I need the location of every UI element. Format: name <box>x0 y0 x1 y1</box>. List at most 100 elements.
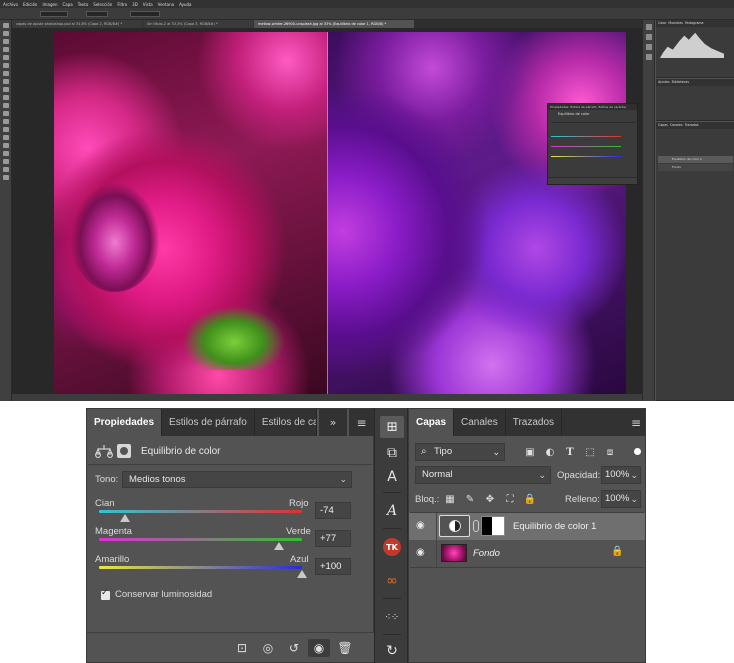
menu-item[interactable]: Archivo <box>3 2 18 7</box>
doc-tab[interactable]: capas de ajuste photoshop.psd al 34,8% (… <box>12 20 142 28</box>
layer-row-color-balance[interactable]: ◉ Equilibrio de color 1 <box>409 513 645 540</box>
dock-tab[interactable]: Histograma <box>685 21 704 25</box>
shape-filter-icon[interactable]: ⬚ <box>583 445 597 459</box>
tab-paths[interactable]: Trazados <box>506 409 563 436</box>
cyan-red-thumb[interactable] <box>120 514 131 522</box>
history-brush-icon[interactable] <box>2 95 9 100</box>
menu-item[interactable]: 3D <box>132 2 138 7</box>
magenta-green-value[interactable]: +77 <box>315 530 351 547</box>
move-tool-icon[interactable] <box>2 23 9 28</box>
lock-artboard-icon[interactable]: ⛶ <box>503 492 517 506</box>
yellow-blue-thumb[interactable] <box>297 570 307 578</box>
adjustment-filter-icon[interactable]: ◐ <box>543 445 557 459</box>
blur-tool-icon[interactable] <box>2 119 9 124</box>
magenta-green-track[interactable] <box>99 538 302 541</box>
hamburger-icon[interactable]: ≡ <box>349 409 374 436</box>
tab-layers[interactable]: Capas <box>409 409 455 436</box>
zoom-tool-icon[interactable] <box>2 175 9 180</box>
preserve-luminosity-checkbox[interactable] <box>101 588 110 600</box>
mini-slider-cyan-red[interactable] <box>551 136 621 137</box>
eraser-tool-icon[interactable] <box>2 103 9 108</box>
tone-select[interactable]: Medios tonos ⌄ <box>122 471 352 488</box>
glyphs-icon[interactable]: A <box>380 500 404 522</box>
float-tab[interactable]: Propiedades <box>550 105 568 109</box>
eye-icon[interactable]: ◉ <box>416 520 425 531</box>
menu-item[interactable]: Edición <box>23 2 37 7</box>
dahlia-photo[interactable] <box>54 32 626 394</box>
mini-slider-magenta-green[interactable] <box>551 146 621 147</box>
heal-tool-icon[interactable] <box>2 71 9 76</box>
pixel-filter-icon[interactable]: ▣ <box>523 445 537 459</box>
option-field[interactable] <box>86 11 108 17</box>
mask-thumbnail[interactable] <box>481 516 505 536</box>
option-field[interactable] <box>40 11 68 17</box>
yellow-blue-value[interactable]: +100 <box>315 558 351 575</box>
lock-transparency-icon[interactable]: ▦ <box>443 492 457 506</box>
yellow-blue-track[interactable] <box>99 566 302 569</box>
magenta-green-thumb[interactable] <box>273 542 284 550</box>
doc-tab-active[interactable]: mellow-winter-26900-unsplash.jpg al 33% … <box>254 20 414 28</box>
hamburger-icon[interactable]: ≡ <box>627 409 645 436</box>
marquee-tool-icon[interactable] <box>2 31 9 36</box>
history-icon[interactable]: ↻ <box>380 640 404 662</box>
history-icon[interactable] <box>645 24 652 30</box>
dots-icon[interactable]: ⁖⁘ <box>380 606 404 628</box>
filter-toggle[interactable] <box>634 448 641 455</box>
dock-tab[interactable]: Ajustes <box>658 80 670 84</box>
dock-tab[interactable]: Muestras <box>668 21 683 25</box>
crop-tool-icon[interactable] <box>2 55 9 60</box>
properties-icon[interactable] <box>645 34 652 40</box>
lasso-tool-icon[interactable] <box>2 39 9 44</box>
paragraph-icon[interactable] <box>645 54 652 60</box>
menu-item[interactable]: Ayuda <box>179 2 191 7</box>
doc-tab[interactable]: Sin título-2 al 33,3% (Capa 3, RGB/8#) * <box>143 20 253 28</box>
dock-tab[interactable]: Capas <box>658 123 668 127</box>
tab-character-styles[interactable]: Estilos de carácter <box>255 409 317 436</box>
link-chain-icon[interactable] <box>473 520 479 532</box>
menu-item[interactable]: Filtro <box>117 2 127 7</box>
menu-item[interactable]: Imagen <box>42 2 57 7</box>
double-chevron-right-icon[interactable]: » <box>319 409 347 436</box>
lock-position-move-icon[interactable]: ✥ <box>483 492 497 506</box>
adjustment-thumbnail[interactable] <box>439 515 470 537</box>
layer-filter-select[interactable]: Tipo ⌕ ⌄ <box>415 443 505 461</box>
tk-plugin-icon[interactable]: TK <box>380 536 404 558</box>
dock-tab[interactable]: Color <box>658 21 666 25</box>
infinity-plugin-icon[interactable]: ∞ <box>380 570 404 592</box>
color-balance-icon[interactable] <box>95 443 113 459</box>
layer-mask-icon[interactable] <box>117 444 131 458</box>
path-select-icon[interactable] <box>2 151 9 156</box>
layer-row-background[interactable]: ◉ Fondo 🔒 <box>409 540 645 567</box>
lock-image-brush-icon[interactable]: ✎ <box>463 492 477 506</box>
eye-icon[interactable]: ◉ <box>416 547 425 558</box>
type-tool-icon[interactable] <box>2 143 9 148</box>
menu-item[interactable]: Selección <box>93 2 112 7</box>
clone-source-icon[interactable]: ⧉ <box>380 442 404 464</box>
hand-tool-icon[interactable] <box>2 167 9 172</box>
opacity-field[interactable]: 100% ⌄ <box>601 466 641 484</box>
mini-layer-row[interactable]: Equilibrio de color 1 <box>658 156 733 163</box>
type-filter-icon[interactable]: T <box>563 445 577 459</box>
shape-tool-icon[interactable] <box>2 159 9 164</box>
trash-icon[interactable]: 🗑 <box>334 639 356 657</box>
tab-channels[interactable]: Canales <box>454 409 506 436</box>
menu-item[interactable]: Vista <box>143 2 153 7</box>
mini-slider-yellow-blue[interactable] <box>551 156 621 157</box>
dodge-tool-icon[interactable] <box>2 127 9 132</box>
lock-all-icon[interactable]: 🔒 <box>523 492 537 506</box>
dock-tab[interactable]: Trazados <box>685 123 699 127</box>
view-previous-state-icon[interactable]: ◎ <box>257 639 279 657</box>
tab-properties[interactable]: Propiedades <box>87 409 163 436</box>
reset-icon[interactable]: ↺ <box>283 639 305 657</box>
gradient-tool-icon[interactable] <box>2 111 9 116</box>
eyedropper-tool-icon[interactable] <box>2 63 9 68</box>
fill-field[interactable]: 100% ⌄ <box>601 490 641 508</box>
visibility-eye-icon[interactable]: ◉ <box>308 639 330 657</box>
character-icon[interactable] <box>645 44 652 50</box>
dock-tab[interactable]: Canales <box>670 123 683 127</box>
option-field[interactable] <box>130 11 160 17</box>
character-panel-icon[interactable]: A <box>380 466 404 488</box>
stamp-tool-icon[interactable] <box>2 87 9 92</box>
dock-tab[interactable]: Bibliotecas <box>672 80 689 84</box>
mini-layer-row[interactable]: Fondo <box>658 164 733 171</box>
